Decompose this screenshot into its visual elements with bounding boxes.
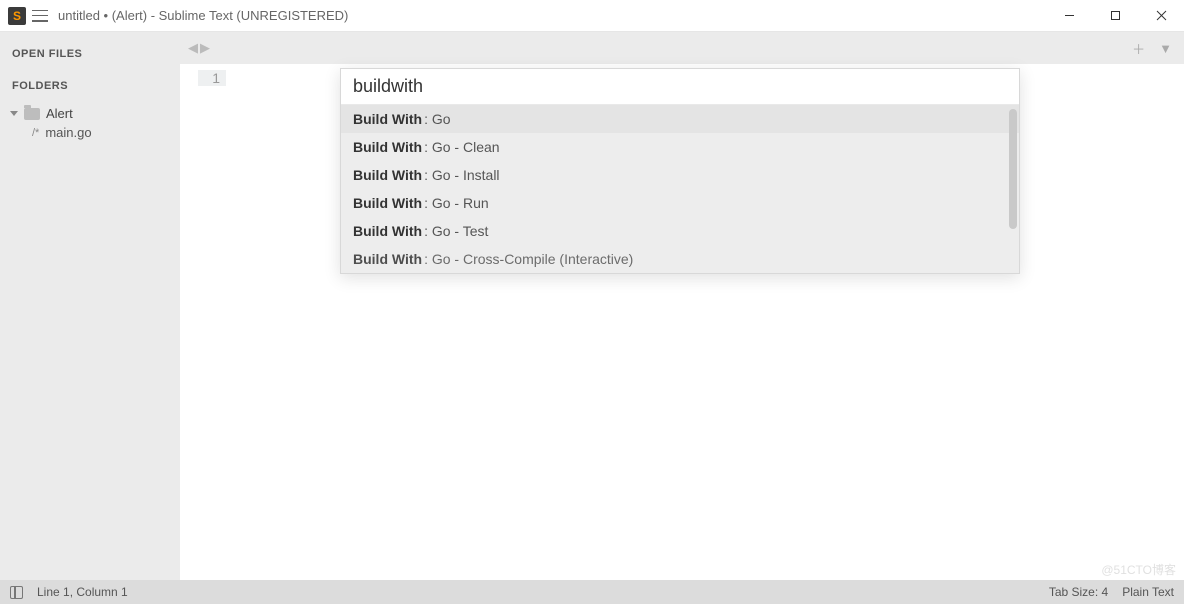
file-row[interactable]: /* main.go	[12, 123, 168, 142]
palette-item[interactable]: Build With : Go	[341, 105, 1019, 133]
editor[interactable]: 1 Build With : Go Build With	[180, 64, 1184, 580]
window-title: untitled • (Alert) - Sublime Text (UNREG…	[58, 8, 1046, 23]
new-tab-button[interactable]: ＋	[1128, 39, 1149, 58]
palette-results: Build With : Go Build With : Go - Clean …	[341, 105, 1019, 273]
palette-item-suffix: : Go	[424, 111, 450, 127]
palette-item-prefix: Build With	[353, 111, 422, 127]
command-palette: Build With : Go Build With : Go - Clean …	[340, 68, 1020, 274]
palette-item[interactable]: Build With : Go - Run	[341, 189, 1019, 217]
palette-item-suffix: : Go - Test	[424, 223, 488, 239]
syntax-mode[interactable]: Plain Text	[1122, 585, 1174, 599]
palette-item[interactable]: Build With : Go - Clean	[341, 133, 1019, 161]
line-number: 1	[198, 70, 226, 86]
window-controls	[1046, 0, 1184, 31]
code-area[interactable]: Build With : Go Build With : Go - Clean …	[240, 64, 1184, 580]
tab-menu-icon[interactable]: ▼	[1155, 41, 1176, 56]
palette-item-prefix: Build With	[353, 223, 422, 239]
tab-nav-arrows: ◀ ▶	[188, 40, 210, 56]
folders-heading: FOLDERS	[12, 80, 168, 92]
folder-row[interactable]: Alert	[12, 104, 168, 123]
panel-toggle-icon[interactable]	[10, 586, 23, 599]
chevron-down-icon	[10, 111, 18, 116]
file-name: main.go	[45, 125, 91, 140]
palette-item-suffix: : Go - Clean	[424, 139, 499, 155]
palette-item-suffix: : Go - Run	[424, 195, 489, 211]
palette-item[interactable]: Build With : Go - Test	[341, 217, 1019, 245]
titlebar: S untitled • (Alert) - Sublime Text (UNR…	[0, 0, 1184, 32]
tab-strip: ◀ ▶ ＋ ▼	[180, 32, 1184, 64]
editor-area: ◀ ▶ ＋ ▼ 1 Build With	[180, 32, 1184, 580]
tab-size[interactable]: Tab Size: 4	[1049, 585, 1108, 599]
maximize-icon	[1110, 10, 1121, 21]
file-type-icon: /*	[32, 127, 39, 139]
palette-item-prefix: Build With	[353, 251, 422, 267]
folder-name: Alert	[46, 106, 73, 121]
folder-icon	[24, 108, 40, 120]
palette-input-wrap	[341, 69, 1019, 105]
palette-input[interactable]	[341, 69, 1019, 104]
gutter: 1	[180, 64, 240, 580]
minimize-button[interactable]	[1046, 0, 1092, 31]
open-files-heading: OPEN FILES	[12, 48, 168, 60]
statusbar: Line 1, Column 1 Tab Size: 4 Plain Text	[0, 580, 1184, 604]
main-body: OPEN FILES FOLDERS Alert /* main.go ◀ ▶ …	[0, 32, 1184, 580]
palette-item-prefix: Build With	[353, 167, 422, 183]
menu-icon[interactable]	[32, 10, 48, 22]
nav-forward-icon[interactable]: ▶	[200, 40, 210, 56]
close-button[interactable]	[1138, 0, 1184, 31]
close-icon	[1156, 10, 1167, 21]
palette-item-suffix: : Go - Cross-Compile (Interactive)	[424, 251, 633, 267]
minimize-icon	[1064, 10, 1075, 21]
palette-scrollbar[interactable]	[1009, 109, 1017, 229]
cursor-position[interactable]: Line 1, Column 1	[37, 585, 128, 599]
sidebar: OPEN FILES FOLDERS Alert /* main.go	[0, 32, 180, 580]
palette-item[interactable]: Build With : Go - Install	[341, 161, 1019, 189]
palette-item-prefix: Build With	[353, 139, 422, 155]
maximize-button[interactable]	[1092, 0, 1138, 31]
app-icon: S	[8, 7, 26, 25]
palette-item-suffix: : Go - Install	[424, 167, 499, 183]
palette-item-prefix: Build With	[353, 195, 422, 211]
watermark: @51CTO博客	[1101, 561, 1176, 578]
nav-back-icon[interactable]: ◀	[188, 40, 198, 56]
palette-item[interactable]: Build With : Go - Cross-Compile (Interac…	[341, 245, 1019, 273]
